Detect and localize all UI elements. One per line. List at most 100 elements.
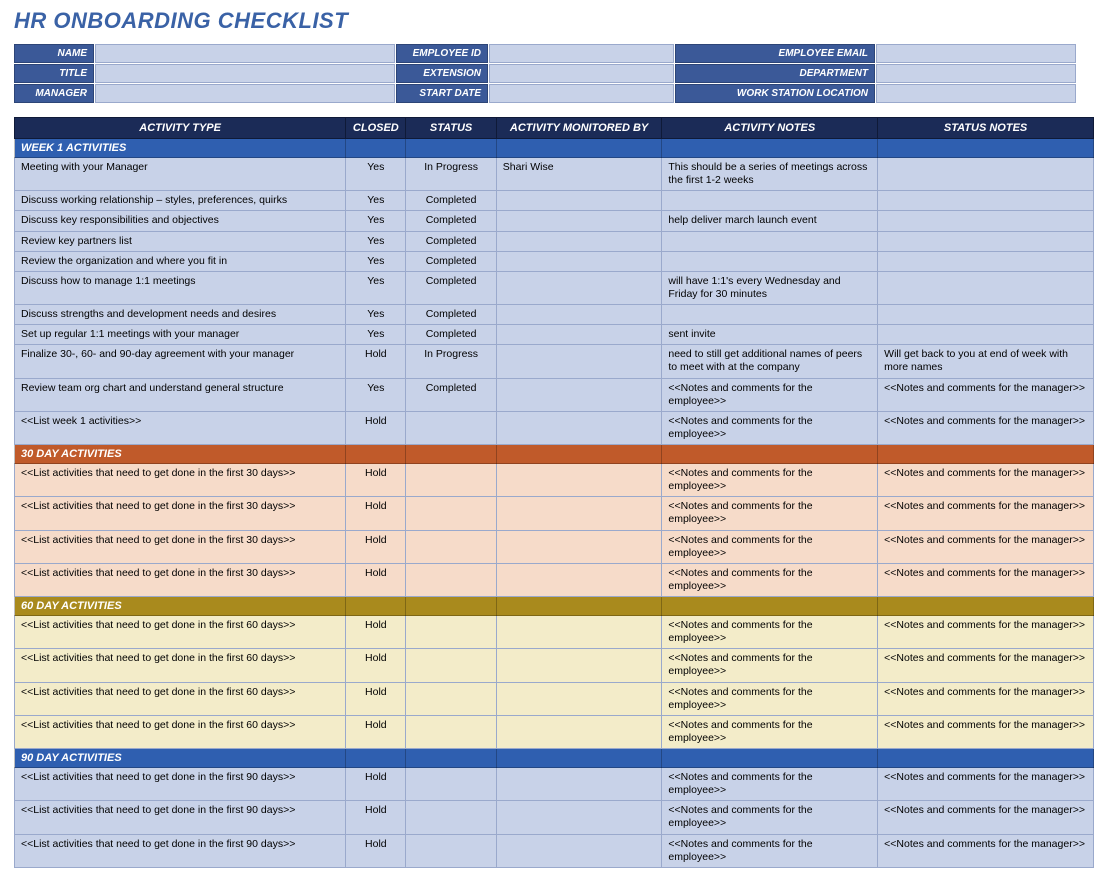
cell-closed[interactable]: Yes: [346, 305, 406, 325]
info-value[interactable]: [489, 64, 674, 83]
cell-status[interactable]: In Progress: [406, 345, 496, 378]
cell-activity[interactable]: Discuss how to manage 1:1 meetings: [15, 271, 346, 304]
cell-status[interactable]: Completed: [406, 325, 496, 345]
cell-monitor[interactable]: [496, 231, 662, 251]
cell-notes2[interactable]: [878, 271, 1094, 304]
cell-closed[interactable]: Hold: [346, 768, 406, 801]
cell-closed[interactable]: Hold: [346, 563, 406, 596]
cell-notes2[interactable]: [878, 231, 1094, 251]
info-value[interactable]: [876, 84, 1076, 103]
cell-closed[interactable]: Yes: [346, 191, 406, 211]
cell-notes1[interactable]: <<Notes and comments for the employee>>: [662, 715, 878, 748]
cell-monitor[interactable]: [496, 325, 662, 345]
cell-monitor[interactable]: [496, 616, 662, 649]
cell-activity[interactable]: <<List activities that need to get done …: [15, 801, 346, 834]
cell-monitor[interactable]: [496, 378, 662, 411]
info-value[interactable]: [876, 44, 1076, 63]
cell-status[interactable]: [406, 768, 496, 801]
cell-activity[interactable]: Review key partners list: [15, 231, 346, 251]
cell-closed[interactable]: Yes: [346, 378, 406, 411]
cell-monitor[interactable]: [496, 464, 662, 497]
cell-status[interactable]: [406, 464, 496, 497]
cell-closed[interactable]: Hold: [346, 530, 406, 563]
cell-monitor[interactable]: [496, 191, 662, 211]
cell-notes2[interactable]: <<Notes and comments for the manager>>: [878, 768, 1094, 801]
cell-monitor[interactable]: [496, 682, 662, 715]
cell-monitor[interactable]: [496, 211, 662, 231]
cell-notes1[interactable]: <<Notes and comments for the employee>>: [662, 563, 878, 596]
cell-monitor[interactable]: [496, 271, 662, 304]
cell-monitor[interactable]: [496, 768, 662, 801]
info-value[interactable]: [876, 64, 1076, 83]
cell-status[interactable]: [406, 563, 496, 596]
cell-closed[interactable]: Hold: [346, 649, 406, 682]
cell-notes2[interactable]: <<Notes and comments for the manager>>: [878, 411, 1094, 444]
cell-status[interactable]: [406, 715, 496, 748]
cell-notes1[interactable]: help deliver march launch event: [662, 211, 878, 231]
cell-notes1[interactable]: This should be a series of meetings acro…: [662, 158, 878, 191]
cell-notes1[interactable]: <<Notes and comments for the employee>>: [662, 464, 878, 497]
cell-monitor[interactable]: [496, 563, 662, 596]
info-value[interactable]: [95, 44, 395, 63]
cell-activity[interactable]: <<List activities that need to get done …: [15, 616, 346, 649]
cell-activity[interactable]: <<List activities that need to get done …: [15, 649, 346, 682]
cell-notes2[interactable]: <<Notes and comments for the manager>>: [878, 497, 1094, 530]
cell-monitor[interactable]: Shari Wise: [496, 158, 662, 191]
cell-notes1[interactable]: [662, 305, 878, 325]
cell-monitor[interactable]: [496, 801, 662, 834]
cell-status[interactable]: [406, 497, 496, 530]
cell-monitor[interactable]: [496, 497, 662, 530]
cell-notes1[interactable]: <<Notes and comments for the employee>>: [662, 497, 878, 530]
cell-closed[interactable]: Hold: [346, 464, 406, 497]
cell-notes2[interactable]: <<Notes and comments for the manager>>: [878, 464, 1094, 497]
cell-notes1[interactable]: <<Notes and comments for the employee>>: [662, 801, 878, 834]
cell-notes1[interactable]: <<Notes and comments for the employee>>: [662, 768, 878, 801]
cell-monitor[interactable]: [496, 411, 662, 444]
cell-status[interactable]: [406, 801, 496, 834]
cell-activity[interactable]: <<List activities that need to get done …: [15, 834, 346, 867]
cell-activity[interactable]: <<List activities that need to get done …: [15, 464, 346, 497]
cell-activity[interactable]: Finalize 30-, 60- and 90-day agreement w…: [15, 345, 346, 378]
cell-notes1[interactable]: <<Notes and comments for the employee>>: [662, 530, 878, 563]
cell-notes2[interactable]: <<Notes and comments for the manager>>: [878, 682, 1094, 715]
cell-notes2[interactable]: [878, 158, 1094, 191]
cell-notes1[interactable]: <<Notes and comments for the employee>>: [662, 649, 878, 682]
cell-notes1[interactable]: [662, 191, 878, 211]
cell-status[interactable]: In Progress: [406, 158, 496, 191]
cell-closed[interactable]: Hold: [346, 834, 406, 867]
cell-notes1[interactable]: need to still get additional names of pe…: [662, 345, 878, 378]
cell-monitor[interactable]: [496, 649, 662, 682]
cell-status[interactable]: Completed: [406, 191, 496, 211]
cell-activity[interactable]: <<List activities that need to get done …: [15, 715, 346, 748]
cell-monitor[interactable]: [496, 834, 662, 867]
cell-activity[interactable]: <<List week 1 activities>>: [15, 411, 346, 444]
cell-notes1[interactable]: [662, 231, 878, 251]
cell-notes2[interactable]: [878, 191, 1094, 211]
cell-monitor[interactable]: [496, 345, 662, 378]
cell-closed[interactable]: Hold: [346, 345, 406, 378]
cell-status[interactable]: [406, 649, 496, 682]
cell-notes1[interactable]: <<Notes and comments for the employee>>: [662, 411, 878, 444]
cell-activity[interactable]: Discuss strengths and development needs …: [15, 305, 346, 325]
cell-status[interactable]: [406, 411, 496, 444]
cell-closed[interactable]: Hold: [346, 801, 406, 834]
cell-notes1[interactable]: sent invite: [662, 325, 878, 345]
cell-notes1[interactable]: [662, 251, 878, 271]
cell-closed[interactable]: Hold: [346, 616, 406, 649]
cell-status[interactable]: [406, 616, 496, 649]
cell-activity[interactable]: <<List activities that need to get done …: [15, 768, 346, 801]
cell-activity[interactable]: Discuss key responsibilities and objecti…: [15, 211, 346, 231]
cell-status[interactable]: Completed: [406, 251, 496, 271]
cell-status[interactable]: Completed: [406, 305, 496, 325]
cell-notes2[interactable]: [878, 305, 1094, 325]
cell-closed[interactable]: Yes: [346, 251, 406, 271]
cell-monitor[interactable]: [496, 715, 662, 748]
cell-notes2[interactable]: <<Notes and comments for the manager>>: [878, 530, 1094, 563]
cell-notes1[interactable]: <<Notes and comments for the employee>>: [662, 616, 878, 649]
cell-activity[interactable]: Review team org chart and understand gen…: [15, 378, 346, 411]
cell-closed[interactable]: Hold: [346, 497, 406, 530]
cell-notes2[interactable]: <<Notes and comments for the manager>>: [878, 834, 1094, 867]
cell-notes2[interactable]: <<Notes and comments for the manager>>: [878, 801, 1094, 834]
cell-notes1[interactable]: will have 1:1's every Wednesday and Frid…: [662, 271, 878, 304]
info-value[interactable]: [95, 64, 395, 83]
